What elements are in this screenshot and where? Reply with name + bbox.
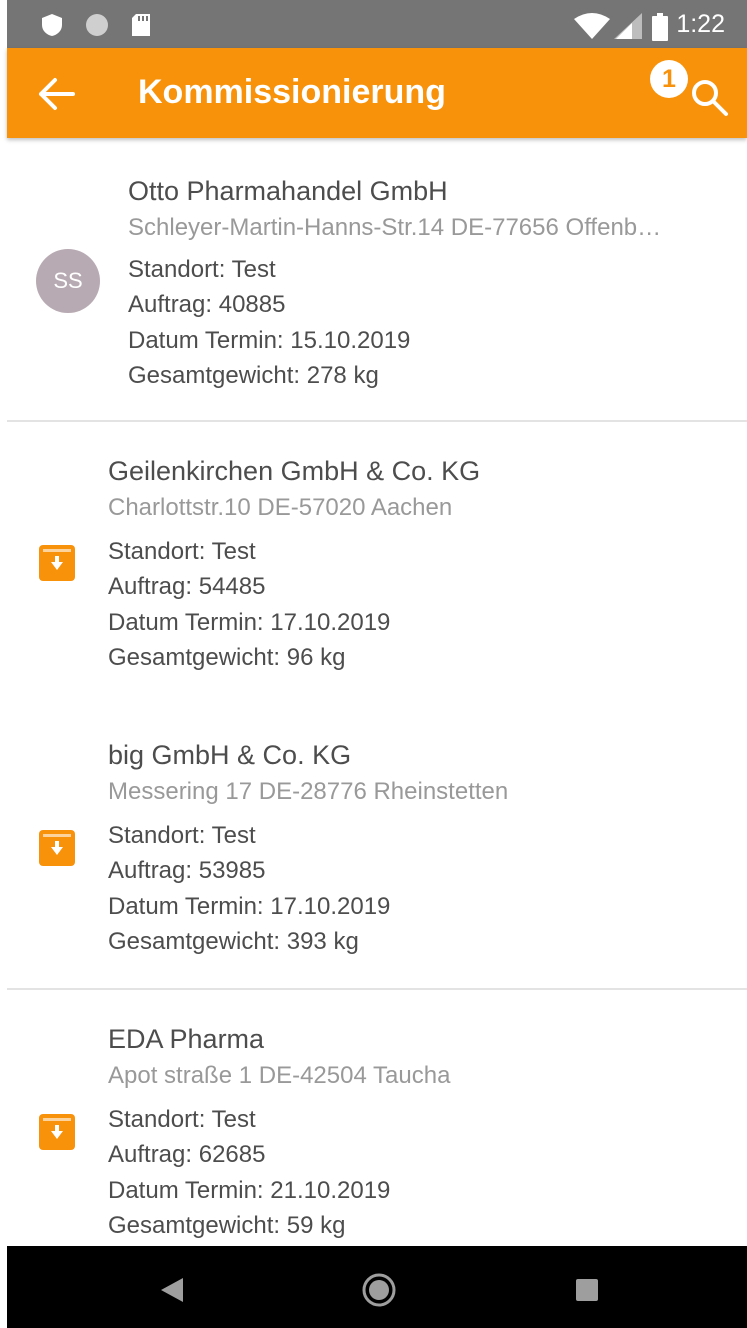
customer-address: Charlottstr.10 DE-57020 Aachen — [108, 494, 453, 521]
customer-address: Messering 17 DE-28776 Rheinstetten — [108, 778, 509, 805]
datum-text: Datum Termin: 15.10.2019 — [128, 327, 411, 354]
order-list-item[interactable]: EDA Pharma Apot straße 1 DE-42504 Taucha… — [7, 990, 747, 1246]
archive-download-icon — [39, 830, 75, 866]
order-list-item[interactable]: SS Otto Pharmahandel GmbH Schleyer-Marti… — [7, 138, 747, 420]
auftrag-text: Auftrag: 54485 — [108, 573, 266, 600]
standort-text: Standort: Test — [128, 256, 276, 283]
customer-name: EDA Pharma — [108, 1024, 265, 1054]
cell-signal-icon — [614, 13, 642, 39]
standort-text: Standort: Test — [108, 538, 256, 565]
back-triangle-icon[interactable] — [159, 1276, 185, 1304]
status-time: 1:22 — [676, 10, 725, 38]
gewicht-text: Gesamtgewicht: 96 kg — [108, 644, 346, 671]
order-list: SS Otto Pharmahandel GmbH Schleyer-Marti… — [7, 138, 747, 1246]
customer-address: Schleyer-Martin-Hanns-Str.14 DE-77656 Of… — [128, 214, 662, 241]
recents-square-icon[interactable] — [575, 1278, 599, 1302]
customer-name: big GmbH & Co. KG — [108, 740, 352, 770]
datum-text: Datum Termin: 17.10.2019 — [108, 609, 391, 636]
avatar: SS — [36, 249, 100, 313]
page-title: Kommissionierung — [138, 73, 446, 111]
customer-address: Apot straße 1 DE-42504 Taucha — [108, 1062, 451, 1089]
home-circle-icon[interactable] — [361, 1272, 397, 1308]
order-list-item[interactable]: big GmbH & Co. KG Messering 17 DE-28776 … — [7, 704, 747, 986]
auftrag-text: Auftrag: 62685 — [108, 1141, 266, 1168]
auftrag-text: Auftrag: 40885 — [128, 291, 286, 318]
gewicht-text: Gesamtgewicht: 278 kg — [128, 362, 379, 389]
back-arrow-icon[interactable] — [37, 76, 77, 112]
battery-icon — [652, 13, 668, 41]
shield-icon — [42, 14, 62, 36]
standort-text: Standort: Test — [108, 1106, 256, 1133]
auftrag-text: Auftrag: 53985 — [108, 857, 266, 884]
sd-card-icon — [132, 14, 150, 36]
datum-text: Datum Termin: 21.10.2019 — [108, 1177, 391, 1204]
gewicht-text: Gesamtgewicht: 393 kg — [108, 928, 359, 955]
circle-icon — [86, 14, 108, 36]
search-icon[interactable] — [690, 78, 730, 118]
navigation-bar — [7, 1246, 747, 1328]
standort-text: Standort: Test — [108, 822, 256, 849]
gewicht-text: Gesamtgewicht: 59 kg — [108, 1212, 346, 1239]
wifi-icon — [574, 13, 610, 39]
archive-download-icon — [39, 545, 75, 581]
archive-download-icon — [39, 1114, 75, 1150]
order-list-item[interactable]: Geilenkirchen GmbH & Co. KG Charlottstr.… — [7, 422, 747, 702]
notification-badge: 1 — [650, 60, 688, 98]
app-bar: Kommissionierung 1 — [7, 48, 747, 138]
customer-name: Geilenkirchen GmbH & Co. KG — [108, 456, 481, 486]
customer-name: Otto Pharmahandel GmbH — [128, 176, 448, 206]
datum-text: Datum Termin: 17.10.2019 — [108, 893, 391, 920]
status-bar: 1:22 — [7, 0, 747, 48]
